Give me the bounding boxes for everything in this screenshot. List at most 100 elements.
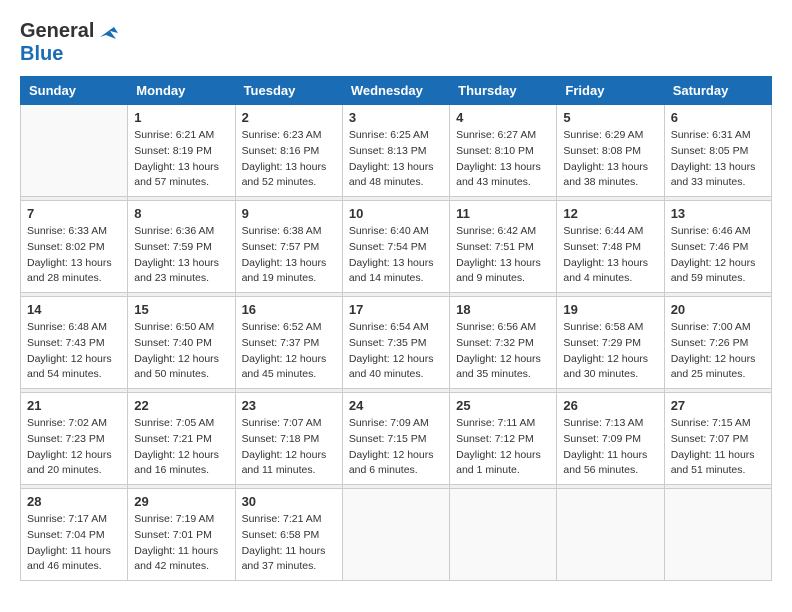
day-number: 8: [134, 206, 228, 221]
calendar-cell: 9Sunrise: 6:38 AMSunset: 7:57 PMDaylight…: [235, 201, 342, 293]
day-number: 10: [349, 206, 443, 221]
day-number: 1: [134, 110, 228, 125]
col-header-tuesday: Tuesday: [235, 77, 342, 105]
calendar-cell: 29 Sunrise: 7:19 AMSunset: 7:01 PMDayligh…: [128, 489, 235, 581]
day-info: Sunrise: 7:13 AMSunset: 7:09 PMDaylight:…: [563, 416, 657, 479]
calendar: SundayMondayTuesdayWednesdayThursdayFrid…: [20, 76, 772, 581]
calendar-cell: 23 Sunrise: 7:07 AMSunset: 7:18 PMDayligh…: [235, 393, 342, 485]
calendar-week-3: 14 Sunrise: 6:48 AMSunset: 7:43 PMDayligh…: [21, 297, 772, 389]
calendar-cell: 1 Sunrise: 6:21 AMSunset: 8:19 PMDaylight…: [128, 105, 235, 197]
calendar-cell: 2 Sunrise: 6:23 AMSunset: 8:16 PMDaylight…: [235, 105, 342, 197]
calendar-week-2: 7 Sunrise: 6:33 AMSunset: 8:02 PMDaylight…: [21, 201, 772, 293]
day-number: 13: [671, 206, 765, 221]
calendar-week-5: 28 Sunrise: 7:17 AMSunset: 7:04 PMDayligh…: [21, 489, 772, 581]
day-info: Sunrise: 7:11 AMSunset: 7:12 PMDaylight:…: [456, 416, 550, 479]
calendar-cell: 26 Sunrise: 7:13 AMSunset: 7:09 PMDayligh…: [557, 393, 664, 485]
day-number: 17: [349, 302, 443, 317]
day-info: Sunrise: 6:52 AMSunset: 7:37 PMDaylight:…: [242, 320, 336, 383]
day-number: 25: [456, 398, 550, 413]
day-info: Sunrise: 6:54 AMSunset: 7:35 PMDaylight:…: [349, 320, 443, 383]
day-number: 18: [456, 302, 550, 317]
day-number: 6: [671, 110, 765, 125]
calendar-cell: 15 Sunrise: 6:50 AMSunset: 7:40 PMDayligh…: [128, 297, 235, 389]
day-info: Sunrise: 7:15 AMSunset: 7:07 PMDaylight:…: [671, 416, 765, 479]
calendar-cell: 20Sunrise: 7:00 AMSunset: 7:26 PMDayligh…: [664, 297, 771, 389]
calendar-cell: 5 Sunrise: 6:29 AMSunset: 8:08 PMDaylight…: [557, 105, 664, 197]
calendar-cell: 25 Sunrise: 7:11 AMSunset: 7:12 PMDayligh…: [450, 393, 557, 485]
calendar-cell: [450, 489, 557, 581]
day-number: 26: [563, 398, 657, 413]
day-number: 19: [563, 302, 657, 317]
calendar-cell: [21, 105, 128, 197]
day-info: Sunrise: 7:02 AMSunset: 7:23 PMDaylight:…: [27, 416, 121, 479]
day-number: 24: [349, 398, 443, 413]
day-number: 7: [27, 206, 121, 221]
day-info: Sunrise: 6:44 AMSunset: 7:48 PMDaylight:…: [563, 224, 657, 287]
calendar-cell: 12 Sunrise: 6:44 AMSunset: 7:48 PMDayligh…: [557, 201, 664, 293]
calendar-cell: 7 Sunrise: 6:33 AMSunset: 8:02 PMDaylight…: [21, 201, 128, 293]
calendar-cell: 10 Sunrise: 6:40 AMSunset: 7:54 PMDayligh…: [342, 201, 449, 293]
day-info: Sunrise: 7:17 AMSunset: 7:04 PMDaylight:…: [27, 512, 121, 575]
day-info: Sunrise: 6:40 AMSunset: 7:54 PMDaylight:…: [349, 224, 443, 287]
day-info: Sunrise: 6:31 AMSunset: 8:05 PMDaylight:…: [671, 128, 765, 191]
calendar-cell: [342, 489, 449, 581]
col-header-saturday: Saturday: [664, 77, 771, 105]
calendar-cell: 16 Sunrise: 6:52 AMSunset: 7:37 PMDayligh…: [235, 297, 342, 389]
day-info: Sunrise: 6:29 AMSunset: 8:08 PMDaylight:…: [563, 128, 657, 191]
day-number: 4: [456, 110, 550, 125]
calendar-cell: 28 Sunrise: 7:17 AMSunset: 7:04 PMDayligh…: [21, 489, 128, 581]
day-number: 16: [242, 302, 336, 317]
calendar-cell: 24Sunrise: 7:09 AMSunset: 7:15 PMDayligh…: [342, 393, 449, 485]
day-info: Sunrise: 6:23 AMSunset: 8:16 PMDaylight:…: [242, 128, 336, 191]
day-info: Sunrise: 7:19 AMSunset: 7:01 PMDaylight:…: [134, 512, 228, 575]
calendar-cell: [664, 489, 771, 581]
day-number: 2: [242, 110, 336, 125]
col-header-wednesday: Wednesday: [342, 77, 449, 105]
day-info: Sunrise: 7:21 AMSunset: 6:58 PMDaylight:…: [242, 512, 336, 575]
logo-bird-icon: [96, 23, 118, 41]
day-number: 5: [563, 110, 657, 125]
calendar-week-1: 1 Sunrise: 6:21 AMSunset: 8:19 PMDaylight…: [21, 105, 772, 197]
day-number: 22: [134, 398, 228, 413]
day-info: Sunrise: 7:07 AMSunset: 7:18 PMDaylight:…: [242, 416, 336, 479]
day-info: Sunrise: 7:05 AMSunset: 7:21 PMDaylight:…: [134, 416, 228, 479]
logo: General Blue: [20, 20, 118, 66]
calendar-cell: 4Sunrise: 6:27 AMSunset: 8:10 PMDaylight…: [450, 105, 557, 197]
day-info: Sunrise: 6:46 AMSunset: 7:46 PMDaylight:…: [671, 224, 765, 287]
calendar-cell: 19Sunrise: 6:58 AMSunset: 7:29 PMDayligh…: [557, 297, 664, 389]
logo-blue: Blue: [20, 43, 63, 66]
day-number: 9: [242, 206, 336, 221]
day-number: 11: [456, 206, 550, 221]
calendar-cell: 22 Sunrise: 7:05 AMSunset: 7:21 PMDayligh…: [128, 393, 235, 485]
calendar-header-row: SundayMondayTuesdayWednesdayThursdayFrid…: [21, 77, 772, 105]
day-number: 29: [134, 494, 228, 509]
logo-general: General: [20, 20, 94, 43]
day-info: Sunrise: 6:21 AMSunset: 8:19 PMDaylight:…: [134, 128, 228, 191]
day-info: Sunrise: 7:00 AMSunset: 7:26 PMDaylight:…: [671, 320, 765, 383]
calendar-week-4: 21Sunrise: 7:02 AMSunset: 7:23 PMDayligh…: [21, 393, 772, 485]
day-number: 28: [27, 494, 121, 509]
calendar-cell: 30 Sunrise: 7:21 AMSunset: 6:58 PMDayligh…: [235, 489, 342, 581]
col-header-thursday: Thursday: [450, 77, 557, 105]
calendar-cell: 6 Sunrise: 6:31 AMSunset: 8:05 PMDaylight…: [664, 105, 771, 197]
calendar-cell: 27 Sunrise: 7:15 AMSunset: 7:07 PMDayligh…: [664, 393, 771, 485]
calendar-cell: 14 Sunrise: 6:48 AMSunset: 7:43 PMDayligh…: [21, 297, 128, 389]
day-info: Sunrise: 6:25 AMSunset: 8:13 PMDaylight:…: [349, 128, 443, 191]
col-header-sunday: Sunday: [21, 77, 128, 105]
day-number: 15: [134, 302, 228, 317]
day-number: 27: [671, 398, 765, 413]
day-info: Sunrise: 6:48 AMSunset: 7:43 PMDaylight:…: [27, 320, 121, 383]
day-info: Sunrise: 6:33 AMSunset: 8:02 PMDaylight:…: [27, 224, 121, 287]
day-number: 30: [242, 494, 336, 509]
day-number: 3: [349, 110, 443, 125]
day-number: 12: [563, 206, 657, 221]
day-number: 14: [27, 302, 121, 317]
calendar-cell: [557, 489, 664, 581]
day-info: Sunrise: 6:50 AMSunset: 7:40 PMDaylight:…: [134, 320, 228, 383]
day-info: Sunrise: 6:56 AMSunset: 7:32 PMDaylight:…: [456, 320, 550, 383]
day-number: 23: [242, 398, 336, 413]
calendar-cell: 17 Sunrise: 6:54 AMSunset: 7:35 PMDayligh…: [342, 297, 449, 389]
col-header-friday: Friday: [557, 77, 664, 105]
calendar-cell: 13 Sunrise: 6:46 AMSunset: 7:46 PMDayligh…: [664, 201, 771, 293]
calendar-cell: 8Sunrise: 6:36 AMSunset: 7:59 PMDaylight…: [128, 201, 235, 293]
